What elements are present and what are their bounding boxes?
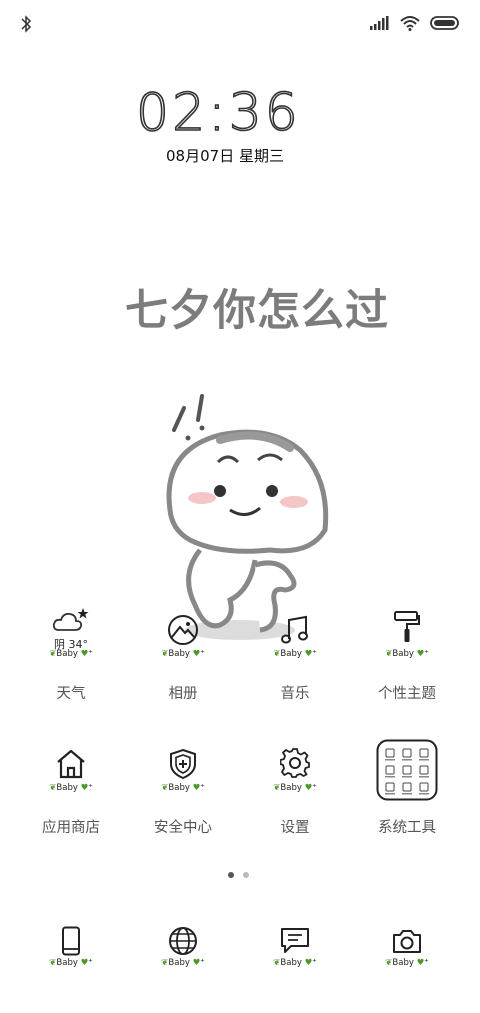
- baby-tag: ❦Baby ♥⁺: [273, 958, 317, 968]
- signal-icon: [370, 16, 389, 30]
- gear-icon: [280, 748, 310, 778]
- clock-date: 08月07日 星期三: [166, 147, 284, 165]
- app-label: 系统工具: [378, 820, 436, 836]
- baby-tag: ❦Baby ♥⁺: [49, 958, 93, 968]
- app-label: 天气: [56, 686, 86, 702]
- app-label: 相册: [168, 686, 198, 702]
- app-label: 设置: [280, 820, 310, 836]
- browser-globe-icon: [169, 927, 197, 955]
- app-label: 安全中心: [154, 820, 212, 836]
- app-gallery[interactable]: ❦Baby ♥⁺ 相册: [128, 606, 238, 702]
- wifi-icon: [400, 16, 420, 31]
- baby-tag: ❦Baby ♥⁺: [385, 958, 429, 968]
- bluetooth-icon: [21, 15, 32, 33]
- page-dot-active[interactable]: [228, 872, 234, 878]
- page-indicator[interactable]: [228, 872, 249, 878]
- app-themes[interactable]: ❦Baby ♥⁺ 个性主题: [352, 606, 462, 702]
- app-weather[interactable]: 阴 34° ❦Baby ♥⁺ 天气: [16, 606, 126, 702]
- app-security[interactable]: ❦Baby ♥⁺ 安全中心: [128, 740, 238, 836]
- phone-icon: [62, 926, 80, 956]
- clock-time: 02:36: [135, 82, 301, 144]
- baby-tag: ❦Baby ♥⁺: [273, 783, 317, 793]
- battery-icon: [430, 16, 459, 30]
- clock-time-text: 02:36: [136, 83, 301, 138]
- headline-text: 七夕你怎么过: [125, 286, 389, 336]
- weather-cloud-star-icon: [53, 608, 89, 631]
- house-store-icon: [57, 749, 85, 779]
- dock-messages[interactable]: ❦Baby ♥⁺: [240, 922, 350, 982]
- status-bar: [0, 0, 480, 50]
- app-label: 应用商店: [42, 820, 100, 836]
- baby-tag: ❦Baby ♥⁺: [49, 783, 93, 793]
- app-store[interactable]: ❦Baby ♥⁺ 应用商店: [16, 740, 126, 836]
- shield-icon: [170, 748, 196, 780]
- music-note-icon: [281, 615, 308, 644]
- dock-camera[interactable]: ❦Baby ♥⁺: [352, 922, 462, 982]
- baby-tag: ❦Baby ♥⁺: [161, 649, 205, 659]
- baby-tag: ❦Baby ♥⁺: [161, 783, 205, 793]
- app-label: 个性主题: [378, 686, 436, 702]
- baby-tag: ❦Baby ♥⁺: [161, 958, 205, 968]
- baby-tag: ❦Baby ♥⁺: [49, 649, 93, 659]
- app-music[interactable]: ❦Baby ♥⁺ 音乐: [240, 606, 350, 702]
- page-dot[interactable]: [243, 872, 249, 878]
- app-label: 音乐: [280, 686, 310, 702]
- app-system-tools-folder[interactable]: 系统工具: [352, 739, 462, 836]
- baby-tag: ❦Baby ♥⁺: [385, 649, 429, 659]
- message-icon: [281, 928, 309, 953]
- dock-browser[interactable]: ❦Baby ♥⁺: [128, 922, 238, 982]
- folder-grid-icon: [376, 739, 438, 801]
- clock-widget[interactable]: 02:36: [135, 82, 306, 144]
- gallery-landscape-icon: [168, 615, 198, 645]
- dock-phone[interactable]: ❦Baby ♥⁺: [16, 922, 126, 982]
- paint-roller-icon: [394, 611, 420, 642]
- status-icons: [370, 15, 460, 31]
- app-settings[interactable]: ❦Baby ♥⁺ 设置: [240, 740, 350, 836]
- camera-icon: [393, 930, 421, 953]
- baby-tag: ❦Baby ♥⁺: [273, 649, 317, 659]
